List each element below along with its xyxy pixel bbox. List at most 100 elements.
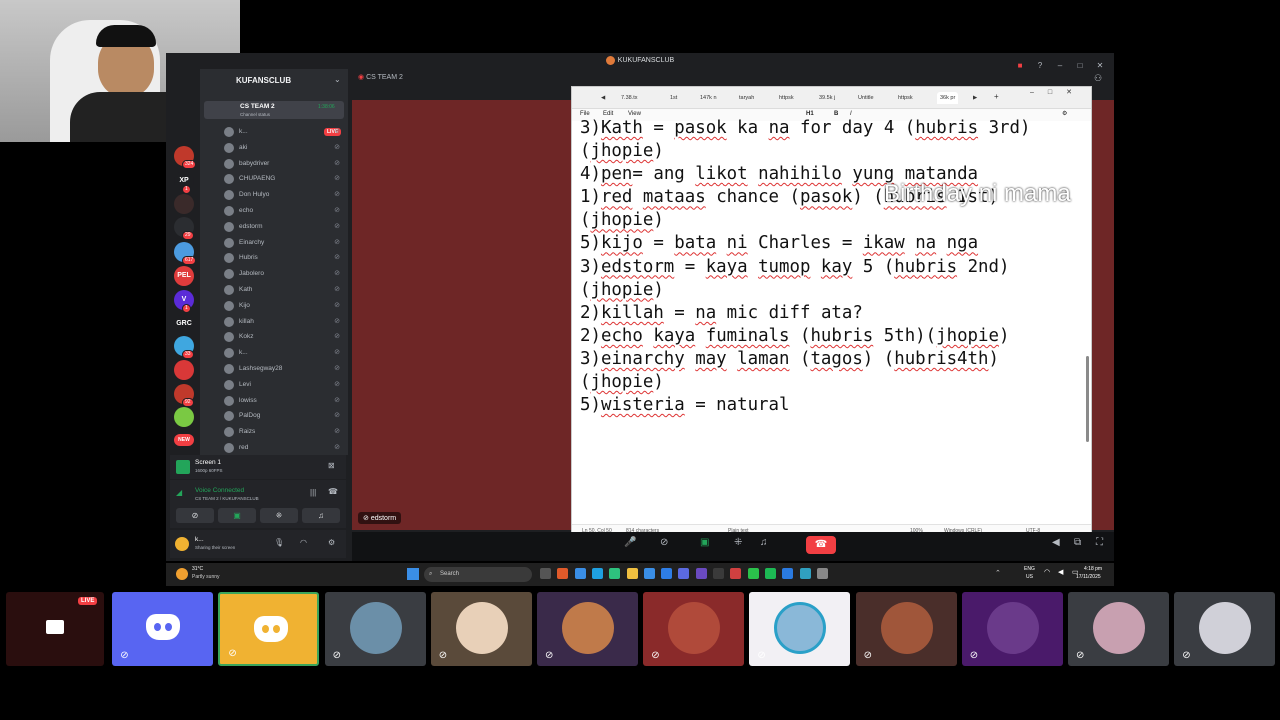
taskbar-app-icon[interactable] [713,568,724,579]
signal-icon[interactable]: ◢ [176,488,182,497]
notepad-tab[interactable]: httpsk [898,92,913,104]
noise-suppression-icon[interactable]: ||| [310,488,316,497]
notepad-tab[interactable]: httpsk [779,92,794,104]
tab-scroll-right-icon[interactable]: ▶ [973,92,977,104]
taskbar-app-icon[interactable] [799,568,811,579]
taskbar-app-icon[interactable] [574,568,586,579]
popout-icon[interactable]: ⧉ [1074,537,1081,548]
member-item[interactable]: Kijo ⊘ [222,298,344,313]
member-item[interactable]: k... ⊘ [222,345,344,360]
member-item[interactable]: edstorm ⊘ [222,219,344,234]
participant-tile[interactable]: LIVE [6,592,104,666]
camera-off-icon[interactable]: ⊘ [660,537,668,548]
settings-gear-icon[interactable]: ⚙ [328,538,335,547]
volume-icon[interactable]: ◀ [1052,537,1060,548]
participant-tile[interactable]: ⊘ [961,592,1063,666]
member-item[interactable]: Hubris ⊘ [222,250,344,265]
weather-temp[interactable]: 31°C [192,566,203,572]
participant-tile[interactable]: ⊘ [218,592,320,666]
wifi-icon[interactable]: ◠ [1044,568,1050,576]
participant-tile[interactable]: ⊘ [112,592,214,666]
soundboard-button[interactable]: ♫ [302,508,340,523]
people-icon[interactable]: ⚇ [1094,73,1102,84]
screen-share-icon[interactable]: ▣ [700,537,709,548]
server-name[interactable]: KUFANSCLUB [236,76,291,85]
participant-tile[interactable]: ⊘ [324,592,426,666]
new-tab-button[interactable]: + [994,92,999,101]
taskbar-app-icon[interactable] [695,568,707,579]
taskbar-app-icon[interactable] [782,568,794,579]
participant-tile[interactable]: ⊘ [1174,592,1276,666]
channel-status[interactable]: Channel status [240,112,270,117]
language[interactable]: ENG [1024,566,1035,572]
notepad-tab[interactable]: taryah [739,92,754,104]
participant-tile[interactable]: ⊘ [749,592,851,666]
taskbar-app-icon[interactable] [540,568,551,579]
taskbar-app-icon[interactable] [557,568,569,579]
member-item[interactable]: PalDog ⊘ [222,408,344,423]
microphone-icon[interactable]: 🎙 [274,538,284,547]
taskbar-app-icon[interactable] [816,568,828,579]
taskbar-app-icon[interactable] [661,568,673,579]
weather-icon[interactable] [176,568,188,580]
member-item[interactable]: echo ⊘ [222,203,344,218]
disconnect-icon[interactable]: ☎ [328,487,338,496]
taskbar-app-icon[interactable] [678,568,690,579]
member-item[interactable]: k... ⊘ [222,124,344,139]
member-item[interactable]: killah ⊘ [222,314,344,329]
member-item[interactable]: CHUPAENG ⊘ [222,171,344,186]
taskbar-app-icon[interactable] [609,568,621,579]
participant-tile[interactable]: ⊘ [855,592,957,666]
member-item[interactable]: Don Hulyo ⊘ [222,187,344,202]
taskbar-app-icon[interactable] [747,568,759,579]
avatar[interactable] [175,537,189,551]
server-icon[interactable]: GRC [174,314,194,334]
participant-tile[interactable]: ⊘ [643,592,745,666]
volume-icon[interactable]: ◀ [1058,568,1063,576]
clock-date[interactable]: 17/11/2025 [1076,574,1101,580]
server-icon[interactable] [174,407,194,427]
member-item[interactable]: babydriver ⊘ [222,156,344,171]
taskbar-search[interactable]: ⌕ Search [424,567,532,582]
member-item[interactable]: aki ⊘ [222,140,344,155]
notepad-text-area[interactable]: 3)Kath = pasok ka na for day 4 (hubris 3… [580,117,1085,517]
voice-location[interactable]: CS TEAM 2 / KUKUFANSCLUB [195,496,259,501]
notepad-tab[interactable]: 36k pr [937,92,959,104]
member-item[interactable]: Kokz ⊘ [222,329,344,344]
activities-icon[interactable]: ⁜ [734,537,742,548]
region[interactable]: US [1026,574,1033,580]
taskbar-app-icon[interactable] [591,568,603,579]
notepad-tab[interactable]: Untitle [858,92,874,104]
screen-share-button[interactable]: ▣ [218,508,256,523]
notepad-tab[interactable]: 1st [670,92,677,104]
video-off-button[interactable]: ⊘ [176,508,214,523]
notepad-scrollbar[interactable] [1086,356,1089,442]
settings-gear-icon[interactable]: ⚙ [1062,110,1067,117]
notepad-window-controls[interactable]: –□✕ [1030,88,1086,96]
microphone-icon[interactable]: 🎤 [624,537,636,548]
taskbar-app-icon[interactable] [730,568,742,579]
start-button[interactable] [407,568,419,580]
server-icon[interactable] [174,194,194,214]
headphones-icon[interactable]: ◠ [300,538,307,547]
server-icon[interactable]: NEW [174,434,194,446]
tray-chevron-icon[interactable]: ⌃ [995,569,1001,577]
member-item[interactable]: red ⊘ [222,440,344,455]
member-item[interactable]: Kath ⊘ [222,282,344,297]
participant-tile[interactable]: ⊘ [537,592,638,666]
notepad-tab[interactable]: 147k n [700,92,717,104]
disconnect-button[interactable]: ☎ [806,536,836,554]
member-item[interactable]: Levi ⊘ [222,377,344,392]
taskbar-app-icon[interactable] [764,568,776,579]
stop-stream-icon[interactable]: ⊠ [328,461,335,470]
member-item[interactable]: Einarchy ⊘ [222,235,344,250]
taskbar-app-icon[interactable] [643,568,655,579]
activities-button[interactable]: ⁜ [260,508,298,523]
clock-time[interactable]: 4:18 pm [1084,566,1102,572]
server-icon[interactable] [174,360,194,380]
server-icon[interactable]: PEL [174,266,194,286]
participant-tile[interactable]: ⊘ [430,592,532,666]
member-item[interactable]: lowiss ⊘ [222,393,344,408]
fullscreen-icon[interactable]: ⛶ [1096,537,1103,548]
tab-scroll-left-icon[interactable]: ◀ [601,92,605,104]
